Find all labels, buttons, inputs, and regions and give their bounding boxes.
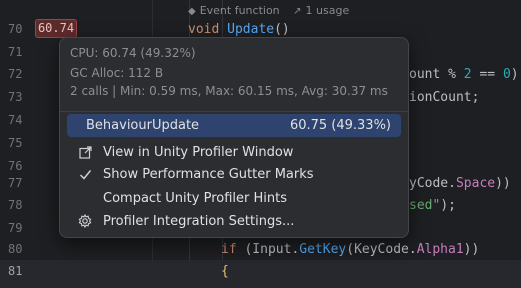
menu-item-label: View in Unity Profiler Window (103, 145, 294, 160)
line-number: 78 (8, 198, 23, 212)
code-text[interactable]: ionCount; (409, 86, 479, 109)
line-number: 79 (8, 221, 23, 235)
line-number: 73 (8, 90, 23, 104)
code-text[interactable]: { (221, 260, 229, 283)
entry-label: BehaviourUpdate (86, 118, 200, 133)
line-number: 70 (8, 22, 23, 36)
line-number: 72 (8, 67, 23, 81)
menu-item-label: Profiler Integration Settings... (103, 214, 295, 229)
menu-item-label: Show Performance Gutter Marks (103, 167, 314, 182)
code-text[interactable]: if (Input.GetKey(KeyCode.Alpha1)) (221, 238, 479, 261)
external-link-icon (77, 141, 93, 164)
gc-alloc-stat: GC Alloc: 112 B (70, 66, 164, 80)
code-lens-usages[interactable]: 1 usage (306, 3, 350, 19)
divider (60, 111, 408, 112)
code-lens[interactable]: ◆ Event function ↗ 1 usage (188, 3, 349, 19)
line-number: 77 (8, 176, 23, 190)
compact-hints-menu-item[interactable]: Compact Unity Profiler Hints (67, 187, 401, 210)
line-number: 80 (8, 242, 23, 256)
code-line-current[interactable]: 81 { (0, 260, 521, 288)
menu-item-label: Compact Unity Profiler Hints (103, 191, 287, 206)
line-number: 81 (8, 264, 23, 278)
line-number: 75 (8, 136, 23, 150)
behaviour-update-entry[interactable]: BehaviourUpdate 60.75 (49.33%) (67, 114, 401, 137)
line-number: 71 (8, 45, 23, 59)
checkmark-icon (77, 163, 93, 186)
calls-stat: 2 calls | Min: 0.59 ms, Max: 60.15 ms, A… (70, 84, 388, 98)
profiler-hint-popup: CPU: 60.74 (49.32%) GC Alloc: 112 B 2 ca… (59, 37, 409, 238)
entry-value: 60.75 (49.33%) (289, 118, 391, 133)
code-lens-kind[interactable]: Event function (200, 3, 280, 19)
view-in-profiler-menu-item[interactable]: View in Unity Profiler Window (67, 141, 401, 164)
line-number: 74 (8, 113, 23, 127)
performance-hint-badge[interactable]: 60.74 (35, 19, 77, 38)
gear-icon (77, 210, 93, 233)
code-text[interactable]: sed"); (409, 194, 456, 217)
profiler-settings-menu-item[interactable]: Profiler Integration Settings... (67, 210, 401, 233)
code-line[interactable]: 80 if (Input.GetKey(KeyCode.Alpha1)) (0, 238, 521, 261)
cpu-stat: CPU: 60.74 (49.32%) (70, 46, 196, 60)
code-text[interactable]: ount % 2 == 0) (409, 63, 519, 86)
show-gutter-marks-menu-item[interactable]: Show Performance Gutter Marks (67, 163, 401, 186)
code-text[interactable]: yCode.Space)) (409, 172, 511, 195)
